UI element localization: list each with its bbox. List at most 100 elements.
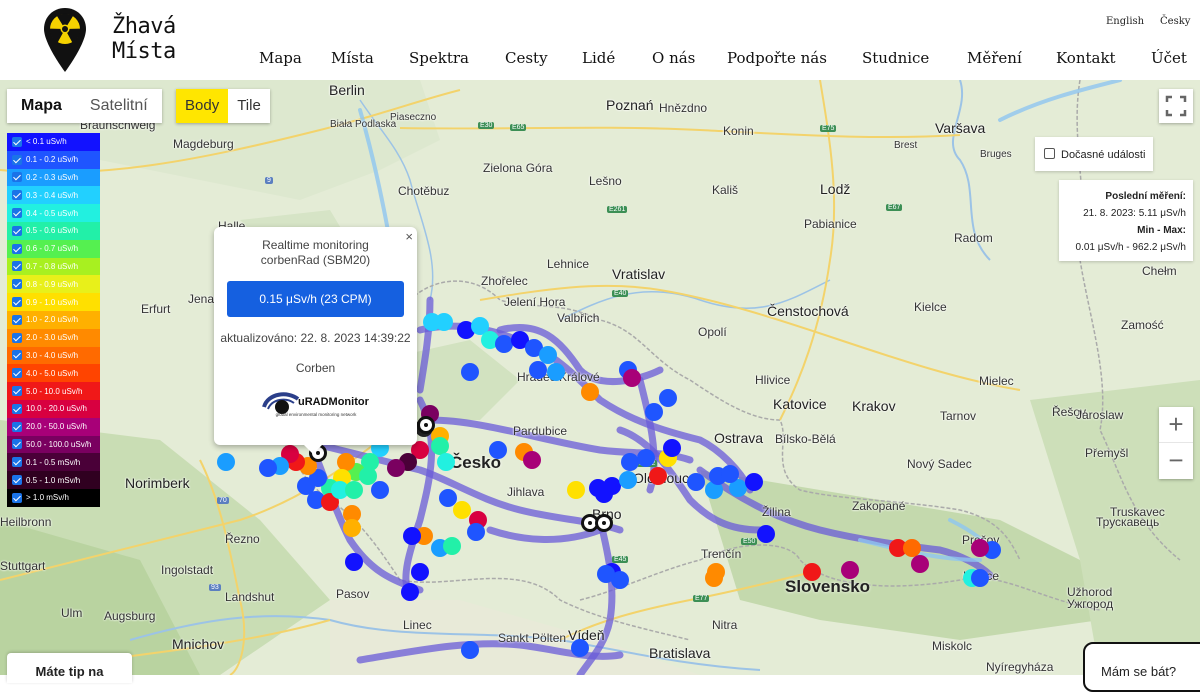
measurement-point[interactable] xyxy=(841,561,859,579)
measurement-point[interactable] xyxy=(453,501,471,519)
measurement-point[interactable] xyxy=(971,539,989,557)
temporary-events-checkbox[interactable] xyxy=(1044,148,1055,159)
legend-checkbox[interactable] xyxy=(12,136,22,147)
legend-checkbox[interactable] xyxy=(12,421,22,432)
legend-item[interactable]: 0.4 - 0.5 uSv/h xyxy=(7,204,100,222)
legend-checkbox[interactable] xyxy=(12,279,22,290)
legend-item[interactable]: < 0.1 uSv/h xyxy=(7,133,100,151)
measurement-point[interactable] xyxy=(439,489,457,507)
legend-checkbox[interactable] xyxy=(12,208,22,219)
legend-item[interactable]: 0.5 - 1.0 mSv/h xyxy=(7,471,100,489)
legend-item[interactable]: 0.5 - 0.6 uSv/h xyxy=(7,221,100,240)
measurement-point[interactable] xyxy=(387,459,405,477)
logo[interactable] xyxy=(44,8,86,77)
uradmonitor-logo[interactable]: uRADMonitor global environmental monitor… xyxy=(260,387,372,421)
measurement-point[interactable] xyxy=(435,313,453,331)
measurement-point[interactable] xyxy=(621,453,639,471)
legend-item[interactable]: 1.0 - 2.0 uSv/h xyxy=(7,310,100,329)
legend-checkbox[interactable] xyxy=(12,225,22,236)
measurement-point[interactable] xyxy=(495,335,513,353)
measurement-point[interactable] xyxy=(345,481,363,499)
measurement-point[interactable] xyxy=(337,453,355,471)
legend-item[interactable]: 0.1 - 0.2 uSv/h xyxy=(7,150,100,169)
measurement-point[interactable] xyxy=(619,471,637,489)
measurement-point[interactable] xyxy=(597,565,615,583)
legend-item[interactable]: 0.2 - 0.3 uSv/h xyxy=(7,168,100,187)
measurement-point[interactable] xyxy=(707,563,725,581)
legend-item[interactable]: > 1.0 mSv/h xyxy=(7,488,100,507)
nav-ucet[interactable]: Účet xyxy=(1151,49,1187,67)
measurement-point[interactable] xyxy=(489,441,507,459)
legend-item[interactable]: 2.0 - 3.0 uSv/h xyxy=(7,328,100,347)
tip-button[interactable]: Máte tip na xyxy=(7,653,132,683)
nav-studnice[interactable]: Studnice xyxy=(862,49,929,67)
zoom-in-button[interactable]: + xyxy=(1159,407,1193,443)
measurement-point[interactable] xyxy=(461,363,479,381)
measurement-point[interactable] xyxy=(547,363,565,381)
lang-english[interactable]: English xyxy=(1106,16,1144,27)
nav-mereni[interactable]: Měření xyxy=(967,49,1022,67)
measurement-point[interactable] xyxy=(259,459,277,477)
measurement-point[interactable] xyxy=(649,467,667,485)
fullscreen-button[interactable] xyxy=(1159,89,1193,123)
measurement-point[interactable] xyxy=(467,523,485,541)
measurement-point[interactable] xyxy=(461,641,479,659)
legend-item[interactable]: 3.0 - 4.0 uSv/h xyxy=(7,346,100,365)
map[interactable]: Berlin Braunschweig Magdeburg Halle Erfu… xyxy=(0,80,1200,675)
map-type-map-button[interactable]: Mapa xyxy=(7,89,76,123)
measurement-point[interactable] xyxy=(401,583,419,601)
measurement-point[interactable] xyxy=(663,439,681,457)
lang-czech[interactable]: Česky xyxy=(1160,16,1190,27)
measurement-point[interactable] xyxy=(595,485,613,503)
layer-points-button[interactable]: Body xyxy=(176,89,229,123)
popup-close-button[interactable]: × xyxy=(405,229,413,244)
layer-tile-button[interactable]: Tile xyxy=(228,89,270,123)
legend-checkbox[interactable] xyxy=(12,368,22,379)
measurement-point[interactable] xyxy=(403,527,421,545)
nav-mista[interactable]: Místa xyxy=(331,49,374,67)
nav-kontakt[interactable]: Kontakt xyxy=(1056,49,1116,67)
measurement-point[interactable] xyxy=(745,473,763,491)
legend-item[interactable]: 20.0 - 50.0 uSv/h xyxy=(7,417,100,436)
legend-item[interactable]: 0.3 - 0.4 uSv/h xyxy=(7,186,100,205)
nav-mapa[interactable]: Mapa xyxy=(259,49,302,67)
legend-checkbox[interactable] xyxy=(12,457,22,468)
measurement-point[interactable] xyxy=(637,449,655,467)
nav-podporte-nas[interactable]: Podpořte nás xyxy=(727,49,827,67)
nav-lide[interactable]: Lidé xyxy=(582,49,615,67)
radiation-marker-icon[interactable] xyxy=(417,416,435,434)
legend-checkbox[interactable] xyxy=(12,386,22,397)
measurement-point[interactable] xyxy=(623,369,641,387)
site-title[interactable]: Žhavá Místa xyxy=(112,14,176,64)
measurement-point[interactable] xyxy=(911,555,929,573)
measurement-point[interactable] xyxy=(437,453,455,471)
radiation-marker-icon[interactable] xyxy=(595,514,613,532)
legend-item[interactable]: 50.0 - 100.0 uSv/h xyxy=(7,435,100,454)
measurement-point[interactable] xyxy=(217,453,235,471)
legend-checkbox[interactable] xyxy=(12,172,22,183)
measurement-point[interactable] xyxy=(571,639,589,657)
measurement-point[interactable] xyxy=(757,525,775,543)
measurement-point[interactable] xyxy=(903,539,921,557)
measurement-point[interactable] xyxy=(431,437,449,455)
legend-checkbox[interactable] xyxy=(12,350,22,361)
legend-item[interactable]: 0.7 - 0.8 uSv/h xyxy=(7,257,100,276)
legend-checkbox[interactable] xyxy=(12,297,22,308)
legend-item[interactable]: 0.6 - 0.7 uSv/h xyxy=(7,239,100,258)
legend-checkbox[interactable] xyxy=(12,332,22,343)
legend-checkbox[interactable] xyxy=(12,190,22,201)
should-i-worry-button[interactable]: Mám se bát? xyxy=(1083,642,1200,692)
nav-spektra[interactable]: Spektra xyxy=(409,49,469,67)
measurement-point[interactable] xyxy=(581,383,599,401)
map-type-satellite-button[interactable]: Satelitní xyxy=(76,89,162,123)
measurement-points[interactable] xyxy=(0,80,1200,675)
legend-item[interactable]: 0.1 - 0.5 mSv/h xyxy=(7,453,100,472)
measurement-point[interactable] xyxy=(523,451,541,469)
legend-item[interactable]: 0.8 - 0.9 uSv/h xyxy=(7,275,100,294)
measurement-point[interactable] xyxy=(645,403,663,421)
temporary-events-toggle[interactable]: Dočasné události xyxy=(1035,137,1153,171)
measurement-point[interactable] xyxy=(343,519,361,537)
legend-checkbox[interactable] xyxy=(12,439,22,450)
measurement-point[interactable] xyxy=(443,537,461,555)
legend-checkbox[interactable] xyxy=(12,403,22,414)
